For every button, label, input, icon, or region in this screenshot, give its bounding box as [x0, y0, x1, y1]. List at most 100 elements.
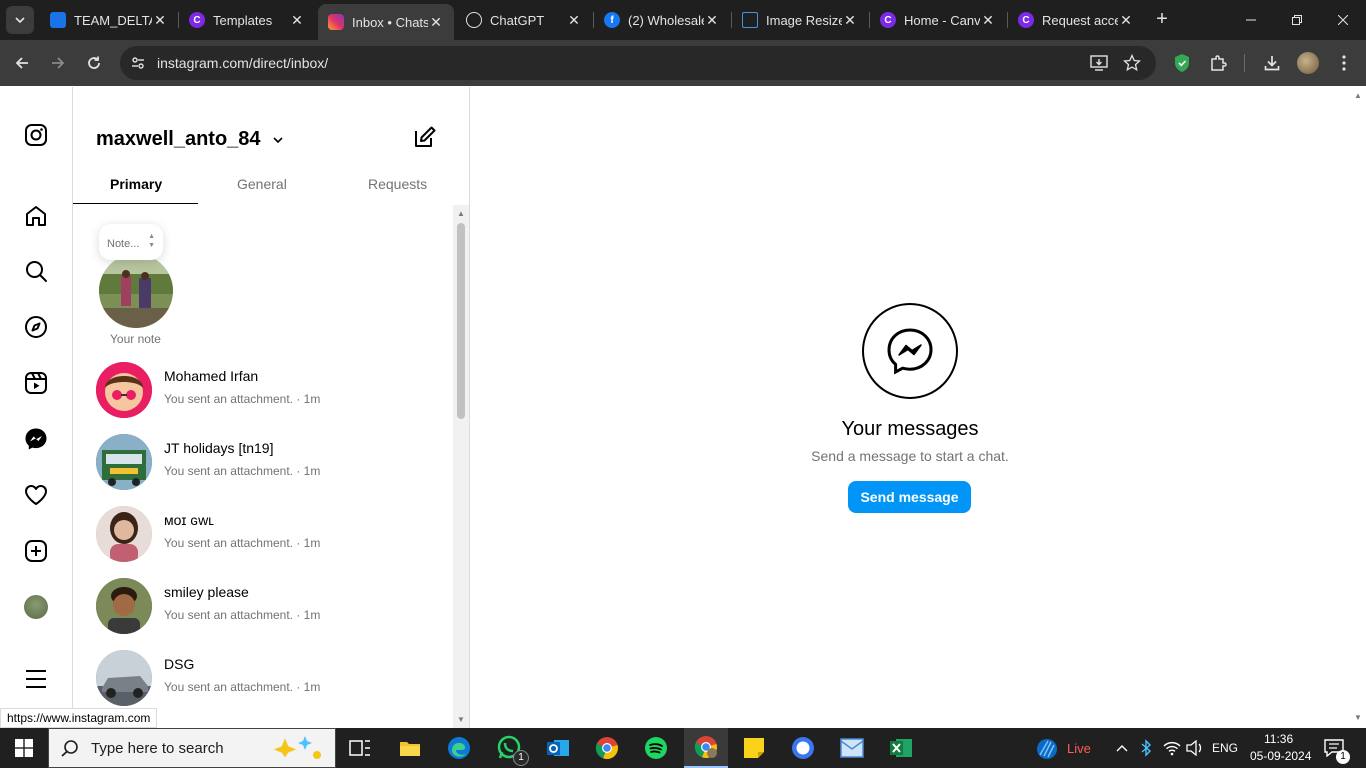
menu-hamburger-icon[interactable]	[24, 667, 48, 691]
heart-icon[interactable]	[24, 483, 48, 507]
start-button[interactable]	[10, 734, 38, 762]
browser-tab-chatgpt[interactable]: ChatGPT ✕	[456, 4, 592, 36]
site-info-icon[interactable]	[130, 55, 146, 71]
install-app-icon[interactable]	[1090, 55, 1108, 71]
new-message-icon[interactable]	[413, 125, 437, 149]
whatsapp-button[interactable]: 1	[495, 734, 529, 766]
reels-icon[interactable]	[24, 371, 48, 395]
task-view-button[interactable]	[346, 734, 374, 762]
file-explorer-button[interactable]	[396, 734, 424, 762]
avatar	[96, 434, 152, 490]
live-label[interactable]: Live	[1067, 741, 1091, 756]
windows-taskbar: Type here to search 1 Live ENG 11:36 05-…	[0, 728, 1366, 768]
browser-tab-templates[interactable]: C Templates ✕	[179, 4, 315, 36]
wifi-icon[interactable]	[1163, 740, 1181, 756]
scrollbar-thumb[interactable]	[457, 223, 465, 419]
excel-button[interactable]	[887, 734, 915, 762]
scroll-down-icon[interactable]: ▼	[1354, 713, 1362, 722]
browser-tab-facebook[interactable]: f (2) Wholesale ✕	[594, 4, 730, 36]
tab-primary[interactable]: Primary	[110, 176, 162, 192]
messenger-icon[interactable]	[24, 427, 48, 451]
notification-count-badge: 1	[1336, 750, 1350, 764]
conversation-item[interactable]: DSG You sent an attachment. · 1m	[73, 642, 453, 714]
spotify-button[interactable]	[642, 734, 670, 762]
forward-button[interactable]	[46, 51, 70, 75]
inbox-scrollbar[interactable]: ▲ ▼	[453, 205, 469, 728]
task-view-icon	[349, 740, 370, 756]
scroll-up-icon[interactable]: ▲	[1354, 91, 1362, 100]
empty-state-title: Your messages	[841, 418, 979, 440]
edge-button[interactable]	[445, 734, 473, 762]
instagram-left-nav	[0, 87, 73, 728]
restore-button[interactable]	[1274, 0, 1320, 40]
cricket-live-icon[interactable]	[1036, 738, 1058, 760]
close-icon[interactable]: ✕	[980, 12, 996, 28]
bluetooth-icon[interactable]	[1140, 739, 1152, 757]
taskbar-search-box[interactable]: Type here to search	[48, 728, 336, 768]
home-icon[interactable]	[24, 204, 48, 228]
tab-requests[interactable]: Requests	[368, 176, 427, 192]
extension-shield-button[interactable]	[1170, 51, 1194, 75]
instagram-logo-icon[interactable]	[24, 123, 48, 147]
search-icon[interactable]	[24, 259, 48, 283]
send-message-button[interactable]: Send message	[848, 481, 971, 513]
browser-tab-instagram-inbox[interactable]: Inbox • Chats ✕	[318, 4, 454, 40]
tab-general[interactable]: General	[237, 176, 287, 192]
mail-button[interactable]	[838, 734, 866, 762]
close-icon[interactable]: ✕	[152, 12, 168, 28]
browser-tab-team-delta[interactable]: TEAM_DELTA ✕	[40, 4, 178, 36]
conversation-item[interactable]: smiley please You sent an attachment. · …	[73, 570, 453, 642]
close-window-button[interactable]	[1320, 0, 1366, 40]
explore-compass-icon[interactable]	[24, 315, 48, 339]
tab-title: Home - Canva	[904, 12, 980, 28]
signal-button[interactable]	[789, 734, 817, 762]
tab-search-button[interactable]	[6, 6, 34, 34]
your-note-avatar[interactable]	[99, 254, 173, 328]
folder-icon	[400, 742, 420, 756]
extensions-button[interactable]	[1206, 51, 1230, 75]
downloads-button[interactable]	[1260, 51, 1284, 75]
account-switcher[interactable]: maxwell_anto_84	[96, 128, 284, 151]
volume-icon[interactable]	[1186, 740, 1204, 756]
browser-tab-strip: TEAM_DELTA ✕ C Templates ✕ Inbox • Chats…	[0, 0, 1366, 40]
inbox-panel: maxwell_anto_84 Primary General Requests…	[73, 87, 470, 728]
reload-button[interactable]	[82, 51, 106, 75]
create-plus-icon[interactable]	[24, 539, 48, 563]
close-icon[interactable]: ✕	[1118, 12, 1134, 28]
browser-menu-button[interactable]	[1332, 51, 1356, 75]
close-icon[interactable]: ✕	[704, 12, 720, 28]
back-button[interactable]	[10, 51, 34, 75]
scroll-down-icon[interactable]: ▼	[457, 715, 465, 724]
close-icon[interactable]: ✕	[428, 14, 444, 30]
browser-tab-image-resizer[interactable]: Image Resizer ✕	[732, 4, 868, 36]
tab-title: Inbox • Chats	[352, 14, 428, 30]
close-icon[interactable]: ✕	[842, 12, 858, 28]
address-bar[interactable]: instagram.com/direct/inbox/	[120, 46, 1156, 80]
chevron-up-icon[interactable]	[1116, 743, 1128, 753]
profile-avatar[interactable]	[24, 595, 48, 619]
language-indicator[interactable]: ENG	[1212, 741, 1238, 755]
conversation-item[interactable]: JT holidays [tn19] You sent an attachmen…	[73, 426, 453, 498]
outlook-button[interactable]	[544, 734, 572, 762]
toolbar-divider	[1244, 54, 1245, 72]
browser-tab-request-access[interactable]: C Request access ✕	[1008, 4, 1144, 36]
note-input-bubble[interactable]: Note... ▲ ▼	[99, 224, 163, 260]
star-icon[interactable]	[1123, 54, 1141, 72]
close-icon[interactable]: ✕	[566, 12, 582, 28]
page-scrollbar[interactable]: ▲ ▼	[1350, 87, 1366, 728]
sticky-notes-button[interactable]	[740, 734, 768, 762]
browser-tab-home-canva[interactable]: C Home - Canva ✕	[870, 4, 1006, 36]
conversation-item[interactable]: Mohamed Irfan You sent an attachment. · …	[73, 354, 453, 426]
clock-date[interactable]: 05-09-2024	[1250, 749, 1311, 763]
close-icon[interactable]: ✕	[289, 12, 305, 28]
profile-button[interactable]	[1296, 51, 1320, 75]
clock-time[interactable]: 11:36	[1264, 732, 1293, 746]
puzzle-icon	[1211, 55, 1227, 71]
new-tab-button[interactable]: +	[1150, 8, 1174, 32]
chatgpt-icon	[466, 12, 482, 28]
conversation-item[interactable]: ᴍᴏɪ ɢᴡʟ You sent an attachment. · 1m	[73, 498, 453, 570]
scroll-up-icon[interactable]: ▲	[457, 209, 465, 218]
chrome-profile-button-active[interactable]	[684, 728, 728, 768]
minimize-button[interactable]	[1228, 0, 1274, 40]
chrome-button[interactable]	[593, 734, 621, 762]
